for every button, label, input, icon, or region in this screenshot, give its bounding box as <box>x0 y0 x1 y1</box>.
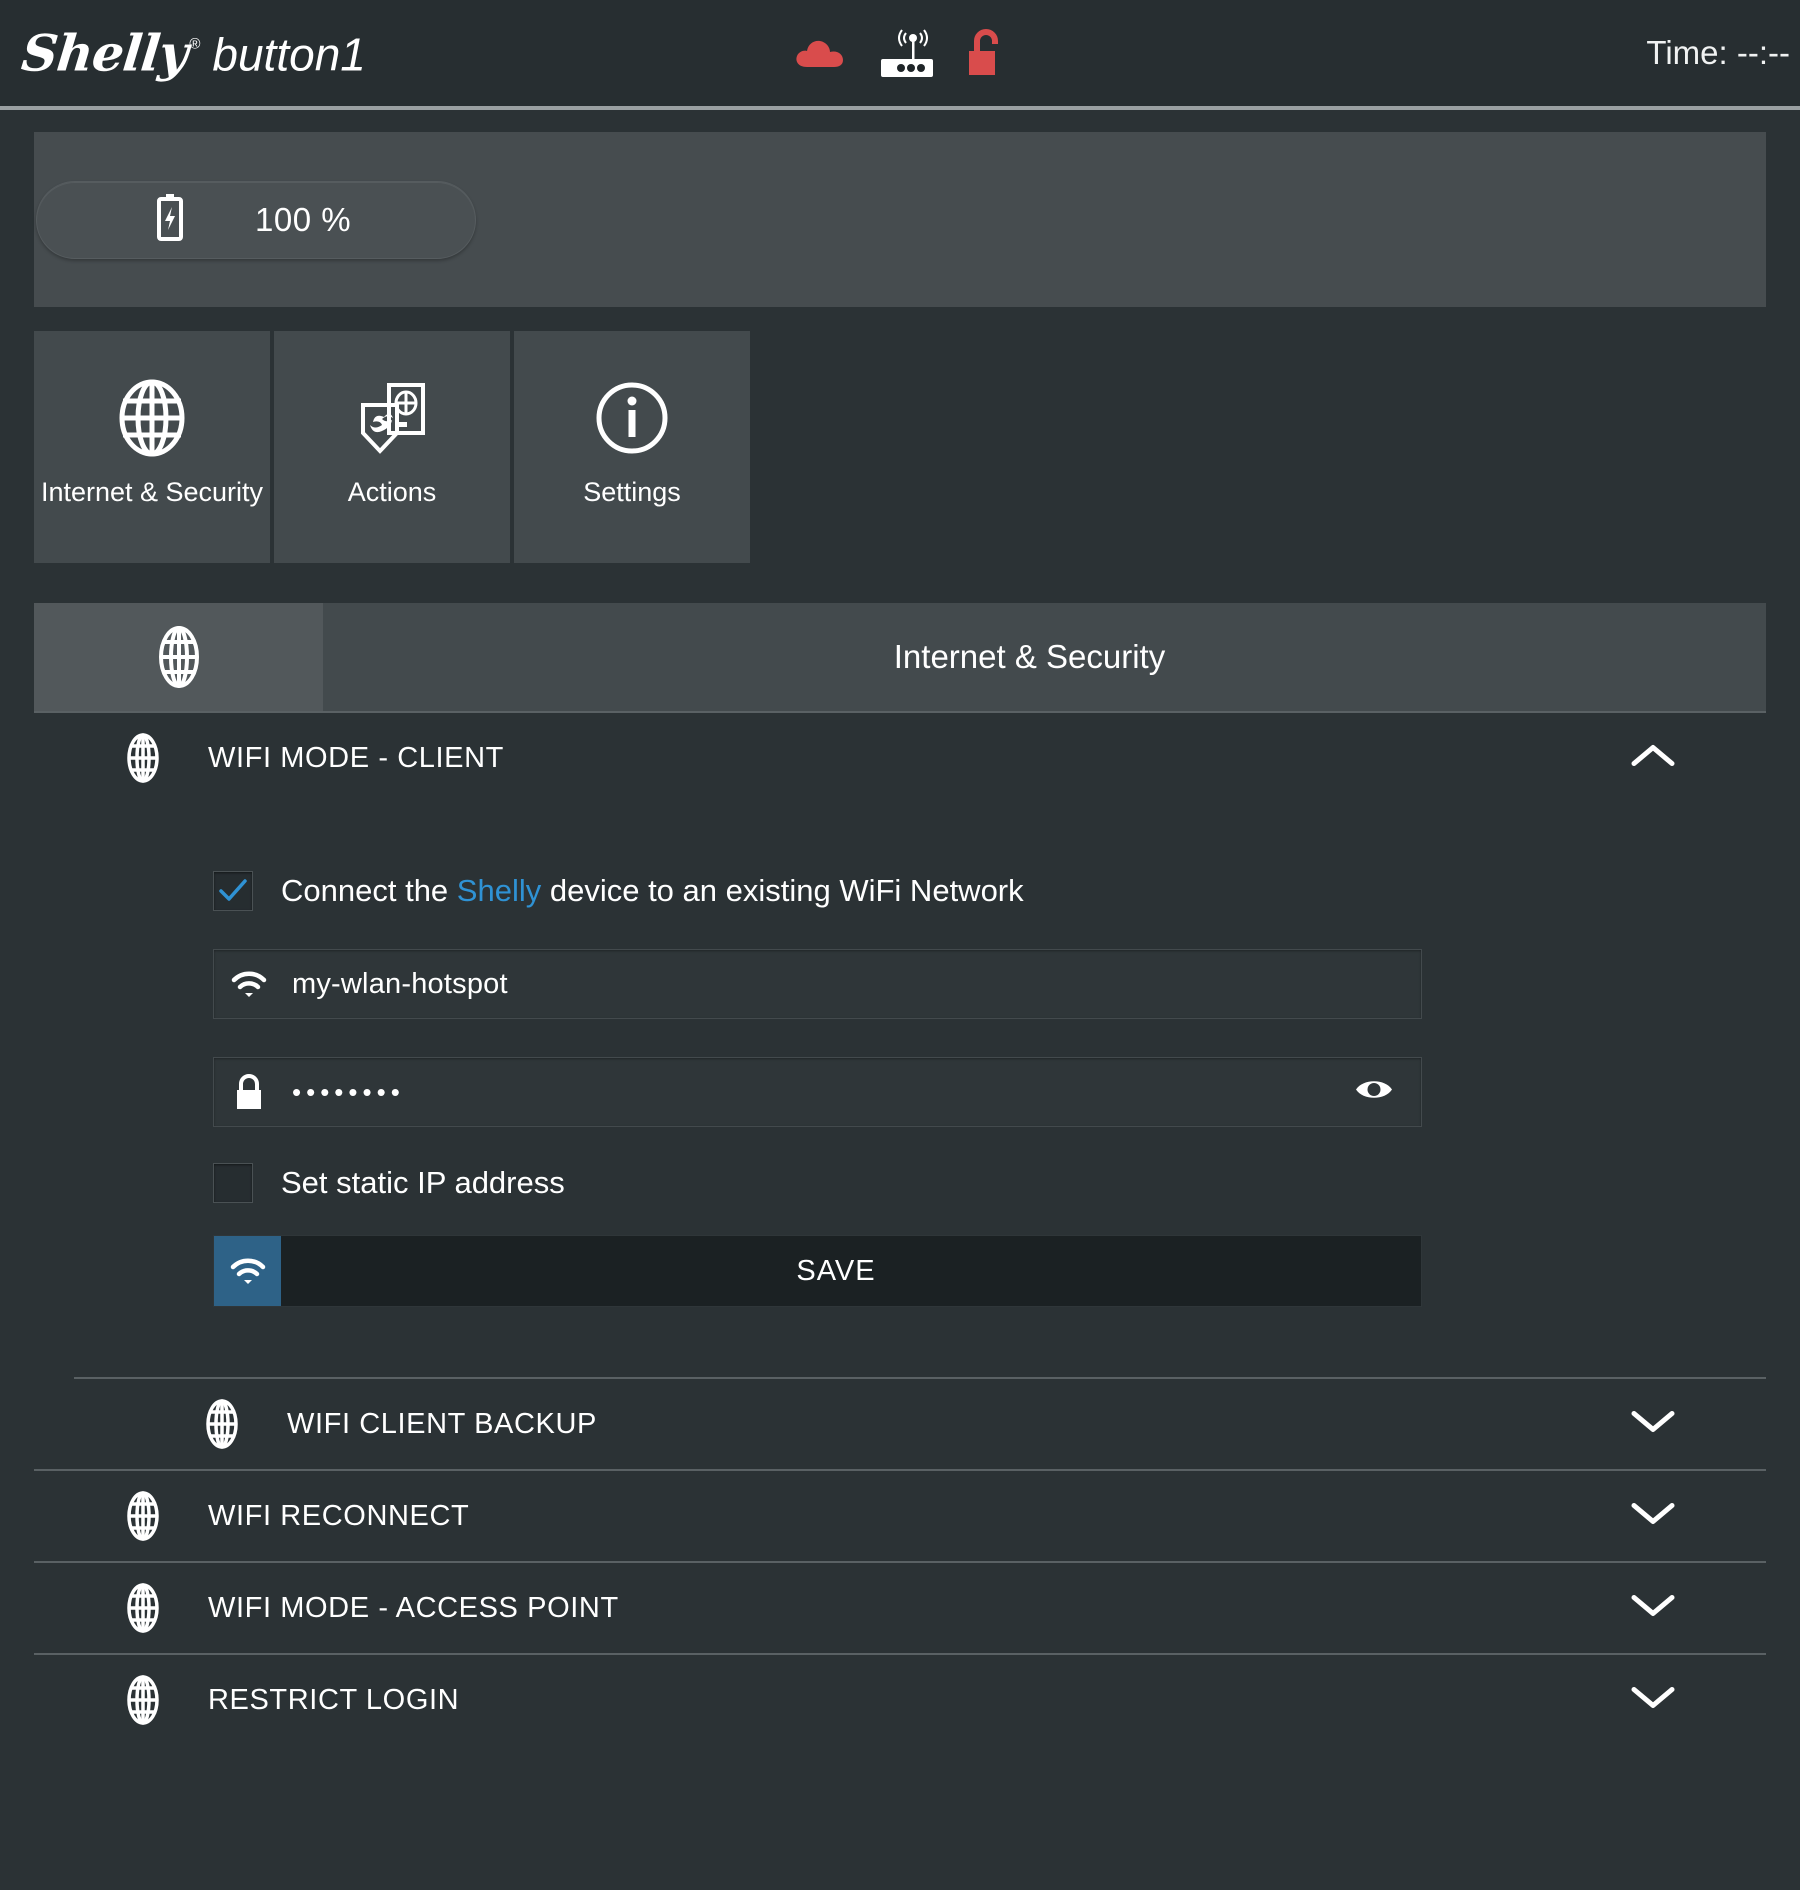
accordion-title-wifi-mode-client: WIFI MODE - CLIENT <box>208 741 504 774</box>
static-ip-row[interactable]: Set static IP address <box>68 1163 1732 1203</box>
brand-name: Shelly <box>18 23 191 83</box>
accordion-title-wifi-reconnect: WIFI RECONNECT <box>208 1499 470 1532</box>
unlocked-padlock-icon <box>965 27 1007 79</box>
app-header: Shelly ® button1 Time: --:-- <box>0 0 1800 110</box>
brand-logo: Shelly ® button1 <box>18 23 366 83</box>
accordion-row-wifi-mode-access-point[interactable]: WIFI MODE - ACCESS POINT <box>34 1561 1766 1653</box>
tab-actions[interactable]: Actions <box>274 331 510 563</box>
device-model: button1 <box>212 28 366 81</box>
tab-label-actions: Actions <box>347 477 437 507</box>
accordion-title-restrict-login: RESTRICT LOGIN <box>208 1683 460 1716</box>
chevron-down-icon[interactable] <box>1630 1684 1676 1717</box>
section-globe-icon <box>34 603 323 711</box>
tab-internet-security[interactable]: Internet & Security <box>34 331 270 563</box>
globe-icon <box>120 733 182 783</box>
save-button[interactable]: SAVE <box>213 1235 1422 1307</box>
ssid-value: my-wlan-hotspot <box>292 967 508 1000</box>
section-title: Internet & Security <box>893 638 1166 675</box>
static-ip-checkbox[interactable] <box>213 1163 253 1203</box>
save-button-label: SAVE <box>796 1254 876 1287</box>
chevron-down-icon[interactable] <box>1630 1500 1676 1533</box>
password-value: •••••••• <box>292 1076 405 1107</box>
accordion-row-restrict-login[interactable]: RESTRICT LOGIN <box>34 1653 1766 1745</box>
accordion-title-wifi-client-backup: WIFI CLIENT BACKUP <box>287 1407 597 1440</box>
clock-label: Time: --:-- <box>1646 34 1790 71</box>
nav-tile-group: Internet & Security Actions Settings <box>34 331 1800 563</box>
settings-accordion: WIFI MODE - CLIENT Connect the Shelly de… <box>34 711 1766 1745</box>
chevron-down-icon[interactable] <box>1630 1592 1676 1625</box>
connect-text-after: device to an existing WiFi Network <box>541 873 1024 908</box>
wifi-icon <box>214 1236 281 1306</box>
eye-icon[interactable] <box>1353 1076 1395 1109</box>
registered-mark: ® <box>189 35 201 53</box>
connect-text-accent: Shelly <box>456 873 542 908</box>
globe-icon <box>199 1399 261 1449</box>
wifi-client-panel: Connect the Shelly device to an existing… <box>68 871 1732 1377</box>
battery-status-pill[interactable]: 100 % <box>36 180 476 259</box>
panel-spacer <box>68 1307 1732 1377</box>
accordion-row-wifi-reconnect[interactable]: WIFI RECONNECT <box>34 1469 1766 1561</box>
globe-icon <box>120 1675 182 1725</box>
accordion-title-wifi-mode-access-point: WIFI MODE - ACCESS POINT <box>208 1591 619 1624</box>
chevron-up-icon[interactable] <box>1630 742 1676 775</box>
connect-text-before: Connect the <box>281 873 457 908</box>
accordion-row-wifi-mode-client[interactable]: WIFI MODE - CLIENT <box>34 711 1766 803</box>
router-icon <box>877 27 937 79</box>
battery-charging-icon <box>155 193 185 246</box>
globe-icon <box>115 379 189 457</box>
tab-label-internet-security: Internet & Security <box>40 477 264 507</box>
accordion-row-wifi-client-backup[interactable]: WIFI CLIENT BACKUP <box>74 1377 1766 1469</box>
battery-panel: 100 % <box>34 132 1766 307</box>
ssid-input[interactable]: my-wlan-hotspot <box>213 949 1422 1019</box>
globe-icon <box>120 1491 182 1541</box>
connect-existing-network-checkbox[interactable] <box>213 871 253 911</box>
password-input[interactable]: •••••••• <box>213 1057 1422 1127</box>
globe-icon <box>120 1583 182 1633</box>
battery-percent-label: 100 % <box>255 200 352 238</box>
section-header-bar: Internet & Security <box>34 603 1766 711</box>
status-icon-group <box>793 27 1007 79</box>
cloud-icon <box>793 33 849 73</box>
static-ip-label: Set static IP address <box>281 1165 565 1200</box>
info-circle-icon <box>595 379 669 457</box>
device-actions-icon <box>355 379 429 457</box>
chevron-down-icon[interactable] <box>1630 1408 1676 1441</box>
tab-settings[interactable]: Settings <box>514 331 750 563</box>
connect-existing-network-row[interactable]: Connect the Shelly device to an existing… <box>68 871 1732 911</box>
wifi-icon <box>214 969 284 999</box>
connect-existing-network-label: Connect the Shelly device to an existing… <box>281 873 1024 909</box>
lock-icon <box>214 1073 284 1111</box>
tab-label-settings: Settings <box>583 477 681 507</box>
